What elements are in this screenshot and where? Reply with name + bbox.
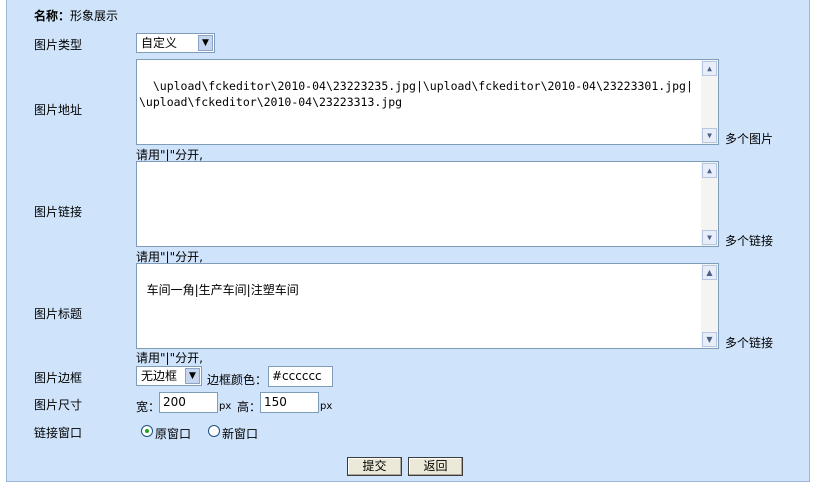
image-title-text: 车间一角|生产车间|注塑车间 [146,283,299,297]
back-button[interactable]: 返回 [408,457,463,476]
new-window-label[interactable]: 新窗口 [222,425,258,442]
border-color-input[interactable]: #cccccc [268,366,333,387]
arrow-down-icon[interactable]: ▼ [702,230,717,245]
scrollbar[interactable]: ▲ ▼ [701,264,718,348]
arrow-down-icon[interactable]: ▼ [702,128,717,143]
name-label: 名称： [34,9,71,23]
height-label: 高： [237,400,262,414]
image-url-text: \upload\fckeditor\2010-04\23223235.jpg|\… [139,79,693,109]
arrow-up-icon[interactable]: ▲ [702,265,717,280]
image-url-textarea[interactable]: \upload\fckeditor\2010-04\23223235.jpg|\… [136,59,719,145]
image-link-side-label: 多个链接 [725,234,774,248]
border-color-label: 边框颜色： [207,373,268,387]
height-input[interactable]: 150 [260,392,319,413]
image-link-label: 图片链接 [34,205,83,219]
border-style-select[interactable]: 无边框 ▼ [136,366,202,386]
arrow-up-icon[interactable]: ▲ [702,163,717,178]
name-value: 形象展示 [70,9,119,23]
chevron-down-icon[interactable]: ▼ [185,368,200,384]
image-border-label: 图片边框 [34,371,83,385]
scrollbar[interactable]: ▲ ▼ [701,60,718,144]
image-type-value: 自定义 [141,36,178,50]
image-title-side-label: 多个链接 [725,336,774,350]
image-url-label: 图片地址 [34,103,83,117]
image-title-hint: 请用"|"分开, [136,351,203,365]
border-style-value: 无边框 [141,369,178,383]
arrow-up-icon[interactable]: ▲ [702,61,717,76]
width-input[interactable]: 200 [159,392,218,413]
width-label: 宽： [136,400,161,414]
image-url-side-label: 多个图片 [725,132,774,146]
link-window-label: 链接窗口 [34,426,83,440]
image-type-label: 图片类型 [34,38,83,52]
same-window-label[interactable]: 原窗口 [155,425,191,442]
image-size-label: 图片尺寸 [34,398,83,412]
radio-new-window[interactable] [208,425,220,437]
name-row: 名称：形象展示 [34,7,118,24]
radio-same-window[interactable] [141,425,153,437]
submit-button[interactable]: 提交 [347,457,402,476]
image-title-textarea[interactable]: 车间一角|生产车间|注塑车间 ▲ ▼ [136,263,719,349]
chevron-down-icon[interactable]: ▼ [198,35,213,51]
image-link-textarea[interactable]: ▲ ▼ [136,161,719,247]
image-title-label: 图片标题 [34,307,83,321]
arrow-down-icon[interactable]: ▼ [702,332,717,347]
image-type-select[interactable]: 自定义 ▼ [136,33,215,53]
width-unit: px [219,401,232,412]
scrollbar[interactable]: ▲ ▼ [701,162,718,246]
height-unit: px [320,401,333,412]
